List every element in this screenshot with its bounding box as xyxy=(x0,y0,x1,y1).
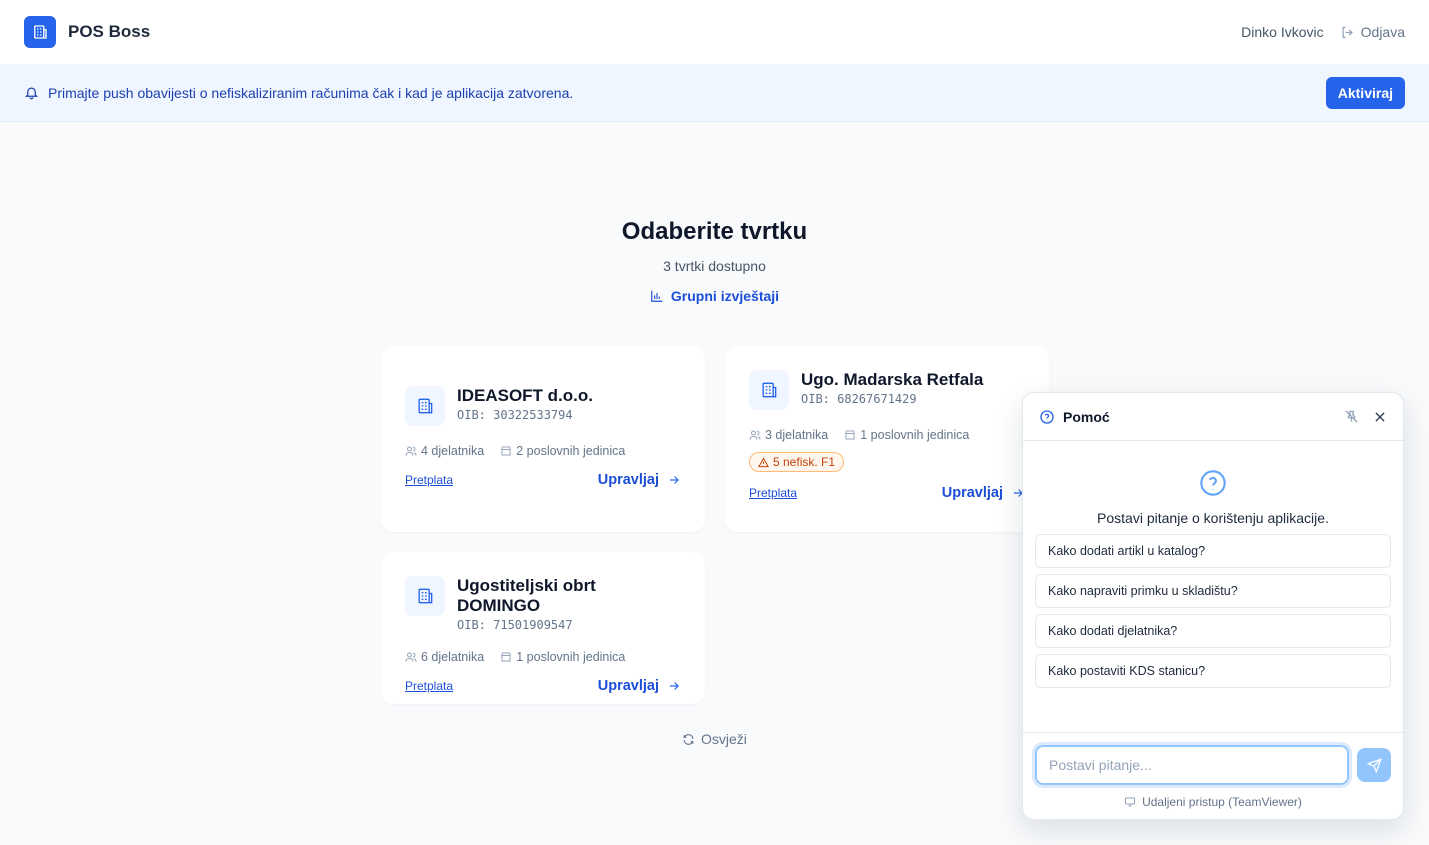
building-icon xyxy=(405,386,445,426)
suggested-question[interactable]: Kako dodati artikl u katalog? xyxy=(1035,534,1391,568)
page-title: Odaberite tvrtku xyxy=(621,218,808,245)
help-circle-icon xyxy=(1040,409,1054,424)
store-icon xyxy=(501,446,512,456)
help-title: Pomoć xyxy=(1063,408,1110,425)
employees-count: 4 djelatnika xyxy=(405,444,484,458)
employees-count: 3 djelatnika xyxy=(749,428,828,442)
building-icon xyxy=(749,370,789,410)
monitor-icon xyxy=(1125,797,1136,807)
subscription-link[interactable]: Pretplata xyxy=(749,486,797,500)
subscription-link[interactable]: Pretplata xyxy=(405,473,453,487)
company-name: Ugostiteljski obrt DOMINGO xyxy=(457,576,596,615)
arrow-right-icon xyxy=(669,476,679,484)
push-notification-banner: Primajte push obavijesti o nefiskalizira… xyxy=(0,64,1429,122)
subscription-link[interactable]: Pretplata xyxy=(405,679,453,693)
users-icon xyxy=(405,652,417,662)
company-oib: OIB: 30322533794 xyxy=(457,408,573,422)
user-name: Dinko Ivkovic xyxy=(1241,24,1324,40)
companies-count: 3 tvrtki dostupno xyxy=(663,258,766,274)
company-name: Ugo. Madarska Retfala xyxy=(801,370,984,389)
app-logo[interactable] xyxy=(24,16,56,48)
manage-button[interactable]: Upravljaj xyxy=(598,678,681,694)
bell-icon xyxy=(24,87,39,100)
send-icon xyxy=(1366,757,1382,773)
unpin-icon[interactable] xyxy=(1344,409,1359,424)
company-oib: OIB: 68267671429 xyxy=(801,392,917,406)
help-chat-panel: Pomoć Postavi pitanje o korištenju aplik… xyxy=(1022,392,1404,820)
logout-icon xyxy=(1342,26,1353,38)
remote-access-link[interactable]: Udaljeni pristup (TeamViewer) xyxy=(1035,795,1391,809)
activate-button[interactable]: Aktiviraj xyxy=(1325,76,1405,109)
building-icon xyxy=(405,576,445,616)
store-icon xyxy=(845,430,856,440)
send-button[interactable] xyxy=(1357,748,1391,782)
bar-chart-icon xyxy=(651,290,663,302)
group-reports-link[interactable]: Grupni izvještaji xyxy=(650,288,779,304)
help-prompt: Postavi pitanje o korištenju aplikacije. xyxy=(1097,510,1329,526)
arrow-right-icon xyxy=(669,682,679,690)
banner-text: Primajte push obavijesti o nefiskalizira… xyxy=(48,84,574,101)
users-icon xyxy=(749,430,761,440)
company-selection-header: Odaberite tvrtku 3 tvrtki dostupno Grupn… xyxy=(0,218,1429,308)
app-name: POS Boss xyxy=(68,22,151,41)
refresh-button[interactable]: Osvježi xyxy=(682,731,747,747)
question-input[interactable] xyxy=(1032,742,1352,788)
business-units-count: 1 poslovnih jedinica xyxy=(500,650,625,664)
company-name: IDEASOFT d.o.o. xyxy=(457,386,593,405)
suggested-question[interactable]: Kako napraviti primku u skladištu? xyxy=(1035,574,1391,608)
refresh-icon xyxy=(683,733,694,745)
business-units-count: 1 poslovnih jedinica xyxy=(844,428,969,442)
employees-count: 6 djelatnika xyxy=(405,650,484,664)
company-oib: OIB: 71501909547 xyxy=(457,618,573,632)
unfiscalized-warning-badge[interactable]: 5 nefisk. F1 xyxy=(749,452,845,472)
company-card[interactable]: Ugostiteljski obrt DOMINGO OIB: 71501909… xyxy=(381,552,705,704)
business-units-count: 2 poslovnih jedinica xyxy=(500,444,625,458)
group-reports-label: Grupni izvještaji xyxy=(670,288,780,304)
suggested-question[interactable]: Kako dodati djelatnika? xyxy=(1035,614,1391,648)
store-icon xyxy=(501,652,512,662)
suggested-question[interactable]: Kako postaviti KDS stanicu? xyxy=(1035,654,1391,688)
company-card[interactable]: Ugo. Madarska Retfala OIB: 68267671429 3… xyxy=(725,346,1049,532)
users-icon xyxy=(405,446,417,456)
remote-access-label: Udaljeni pristup (TeamViewer) xyxy=(1142,795,1302,809)
close-icon[interactable] xyxy=(1373,410,1387,424)
help-question-icon xyxy=(1200,470,1226,496)
warning-triangle-icon xyxy=(758,456,769,467)
logout-button[interactable]: Odjava xyxy=(1340,24,1405,40)
top-navbar: POS Boss Dinko Ivkovic Odjava xyxy=(0,0,1429,64)
manage-button[interactable]: Upravljaj xyxy=(598,472,681,488)
logout-label: Odjava xyxy=(1360,24,1405,40)
company-card[interactable]: IDEASOFT d.o.o. OIB: 30322533794 4 djela… xyxy=(381,346,705,532)
manage-button[interactable]: Upravljaj xyxy=(942,485,1025,501)
refresh-label: Osvježi xyxy=(701,731,747,747)
building-icon xyxy=(34,25,47,39)
